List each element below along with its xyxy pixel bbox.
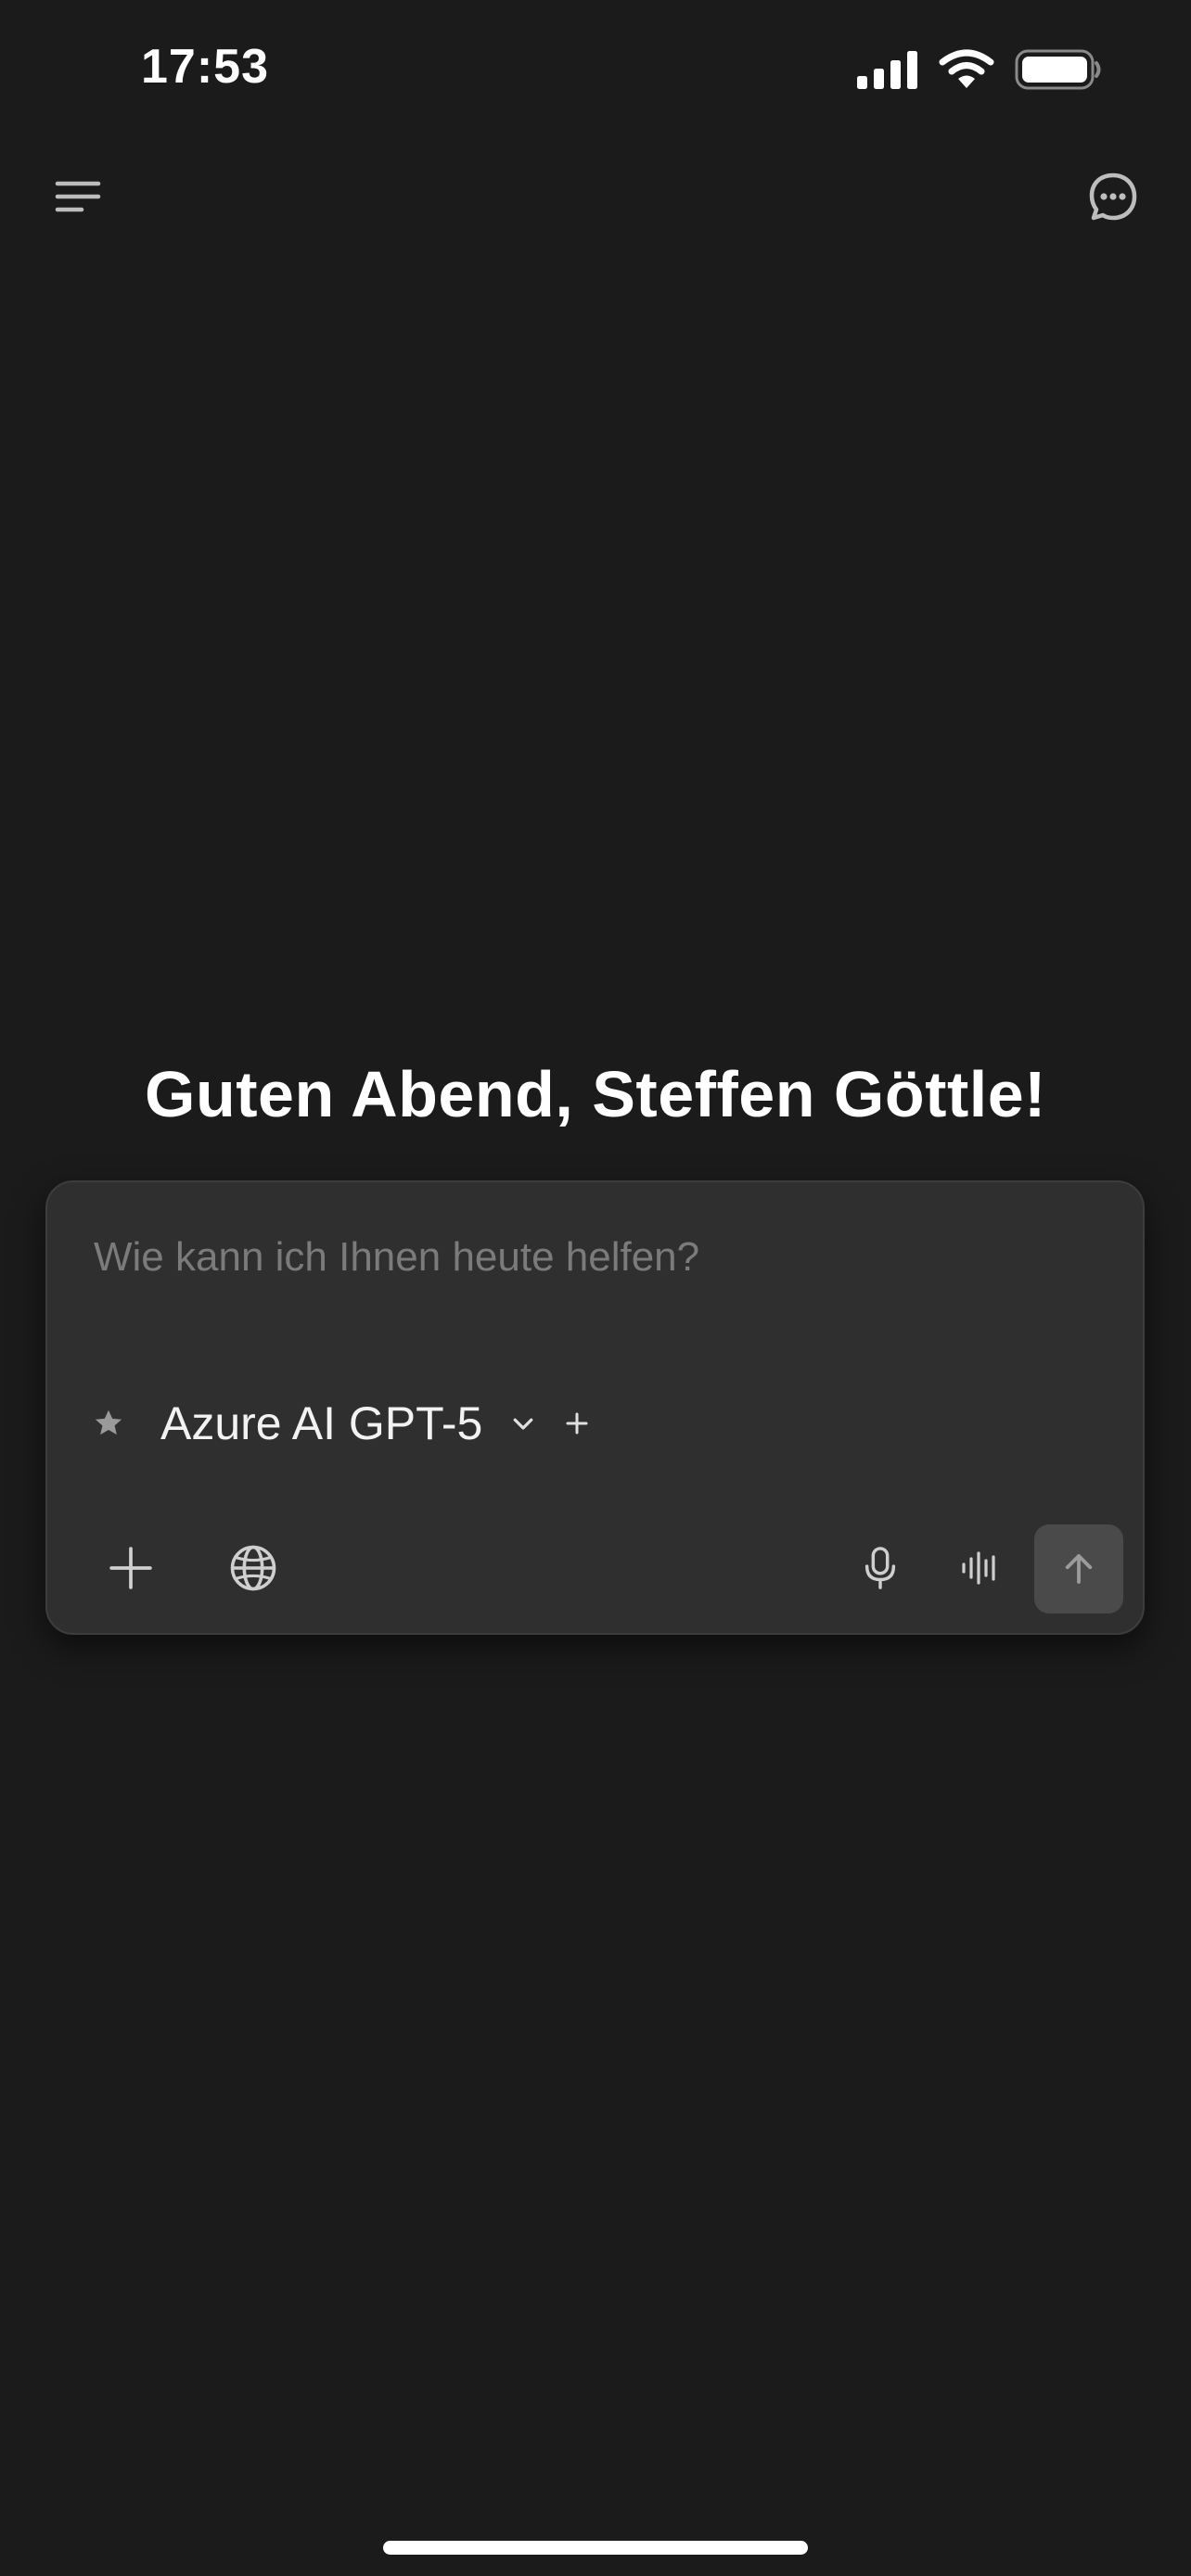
- model-selector-row: Azure AI GPT-5: [86, 1386, 599, 1460]
- dictation-button[interactable]: [838, 1525, 923, 1611]
- status-icons: [857, 48, 1102, 91]
- battery-icon: [1015, 49, 1101, 90]
- voice-wave-icon: [962, 1551, 995, 1585]
- attach-button[interactable]: [88, 1525, 173, 1611]
- new-chat-icon: [1089, 172, 1137, 221]
- menu-icon: [55, 181, 101, 212]
- new-chat-button[interactable]: [1074, 158, 1152, 236]
- greeting-title: Guten Abend, Steffen Göttle!: [145, 1058, 1046, 1130]
- model-name[interactable]: Azure AI GPT-5: [160, 1396, 482, 1450]
- status-time: 17:53: [141, 40, 269, 94]
- chevron-down-icon[interactable]: [503, 1403, 544, 1444]
- microphone-icon: [864, 1547, 896, 1589]
- status-bar: 17:53: [0, 0, 1191, 130]
- message-composer: Azure AI GPT-5: [45, 1180, 1145, 1635]
- menu-button[interactable]: [39, 158, 117, 236]
- voice-mode-button[interactable]: [938, 1525, 1023, 1611]
- web-search-button[interactable]: [211, 1525, 296, 1611]
- plus-icon: [109, 1547, 152, 1589]
- wifi-icon: [939, 49, 994, 88]
- add-model-button[interactable]: [555, 1401, 599, 1446]
- star-icon[interactable]: [86, 1401, 131, 1446]
- send-button[interactable]: [1034, 1524, 1123, 1613]
- add-model-icon: [566, 1412, 588, 1435]
- send-arrow-icon: [1065, 1554, 1093, 1584]
- message-input[interactable]: [92, 1219, 1097, 1295]
- home-indicator[interactable]: [383, 2541, 808, 2555]
- signal-icon: [857, 51, 917, 89]
- globe-icon: [230, 1545, 276, 1591]
